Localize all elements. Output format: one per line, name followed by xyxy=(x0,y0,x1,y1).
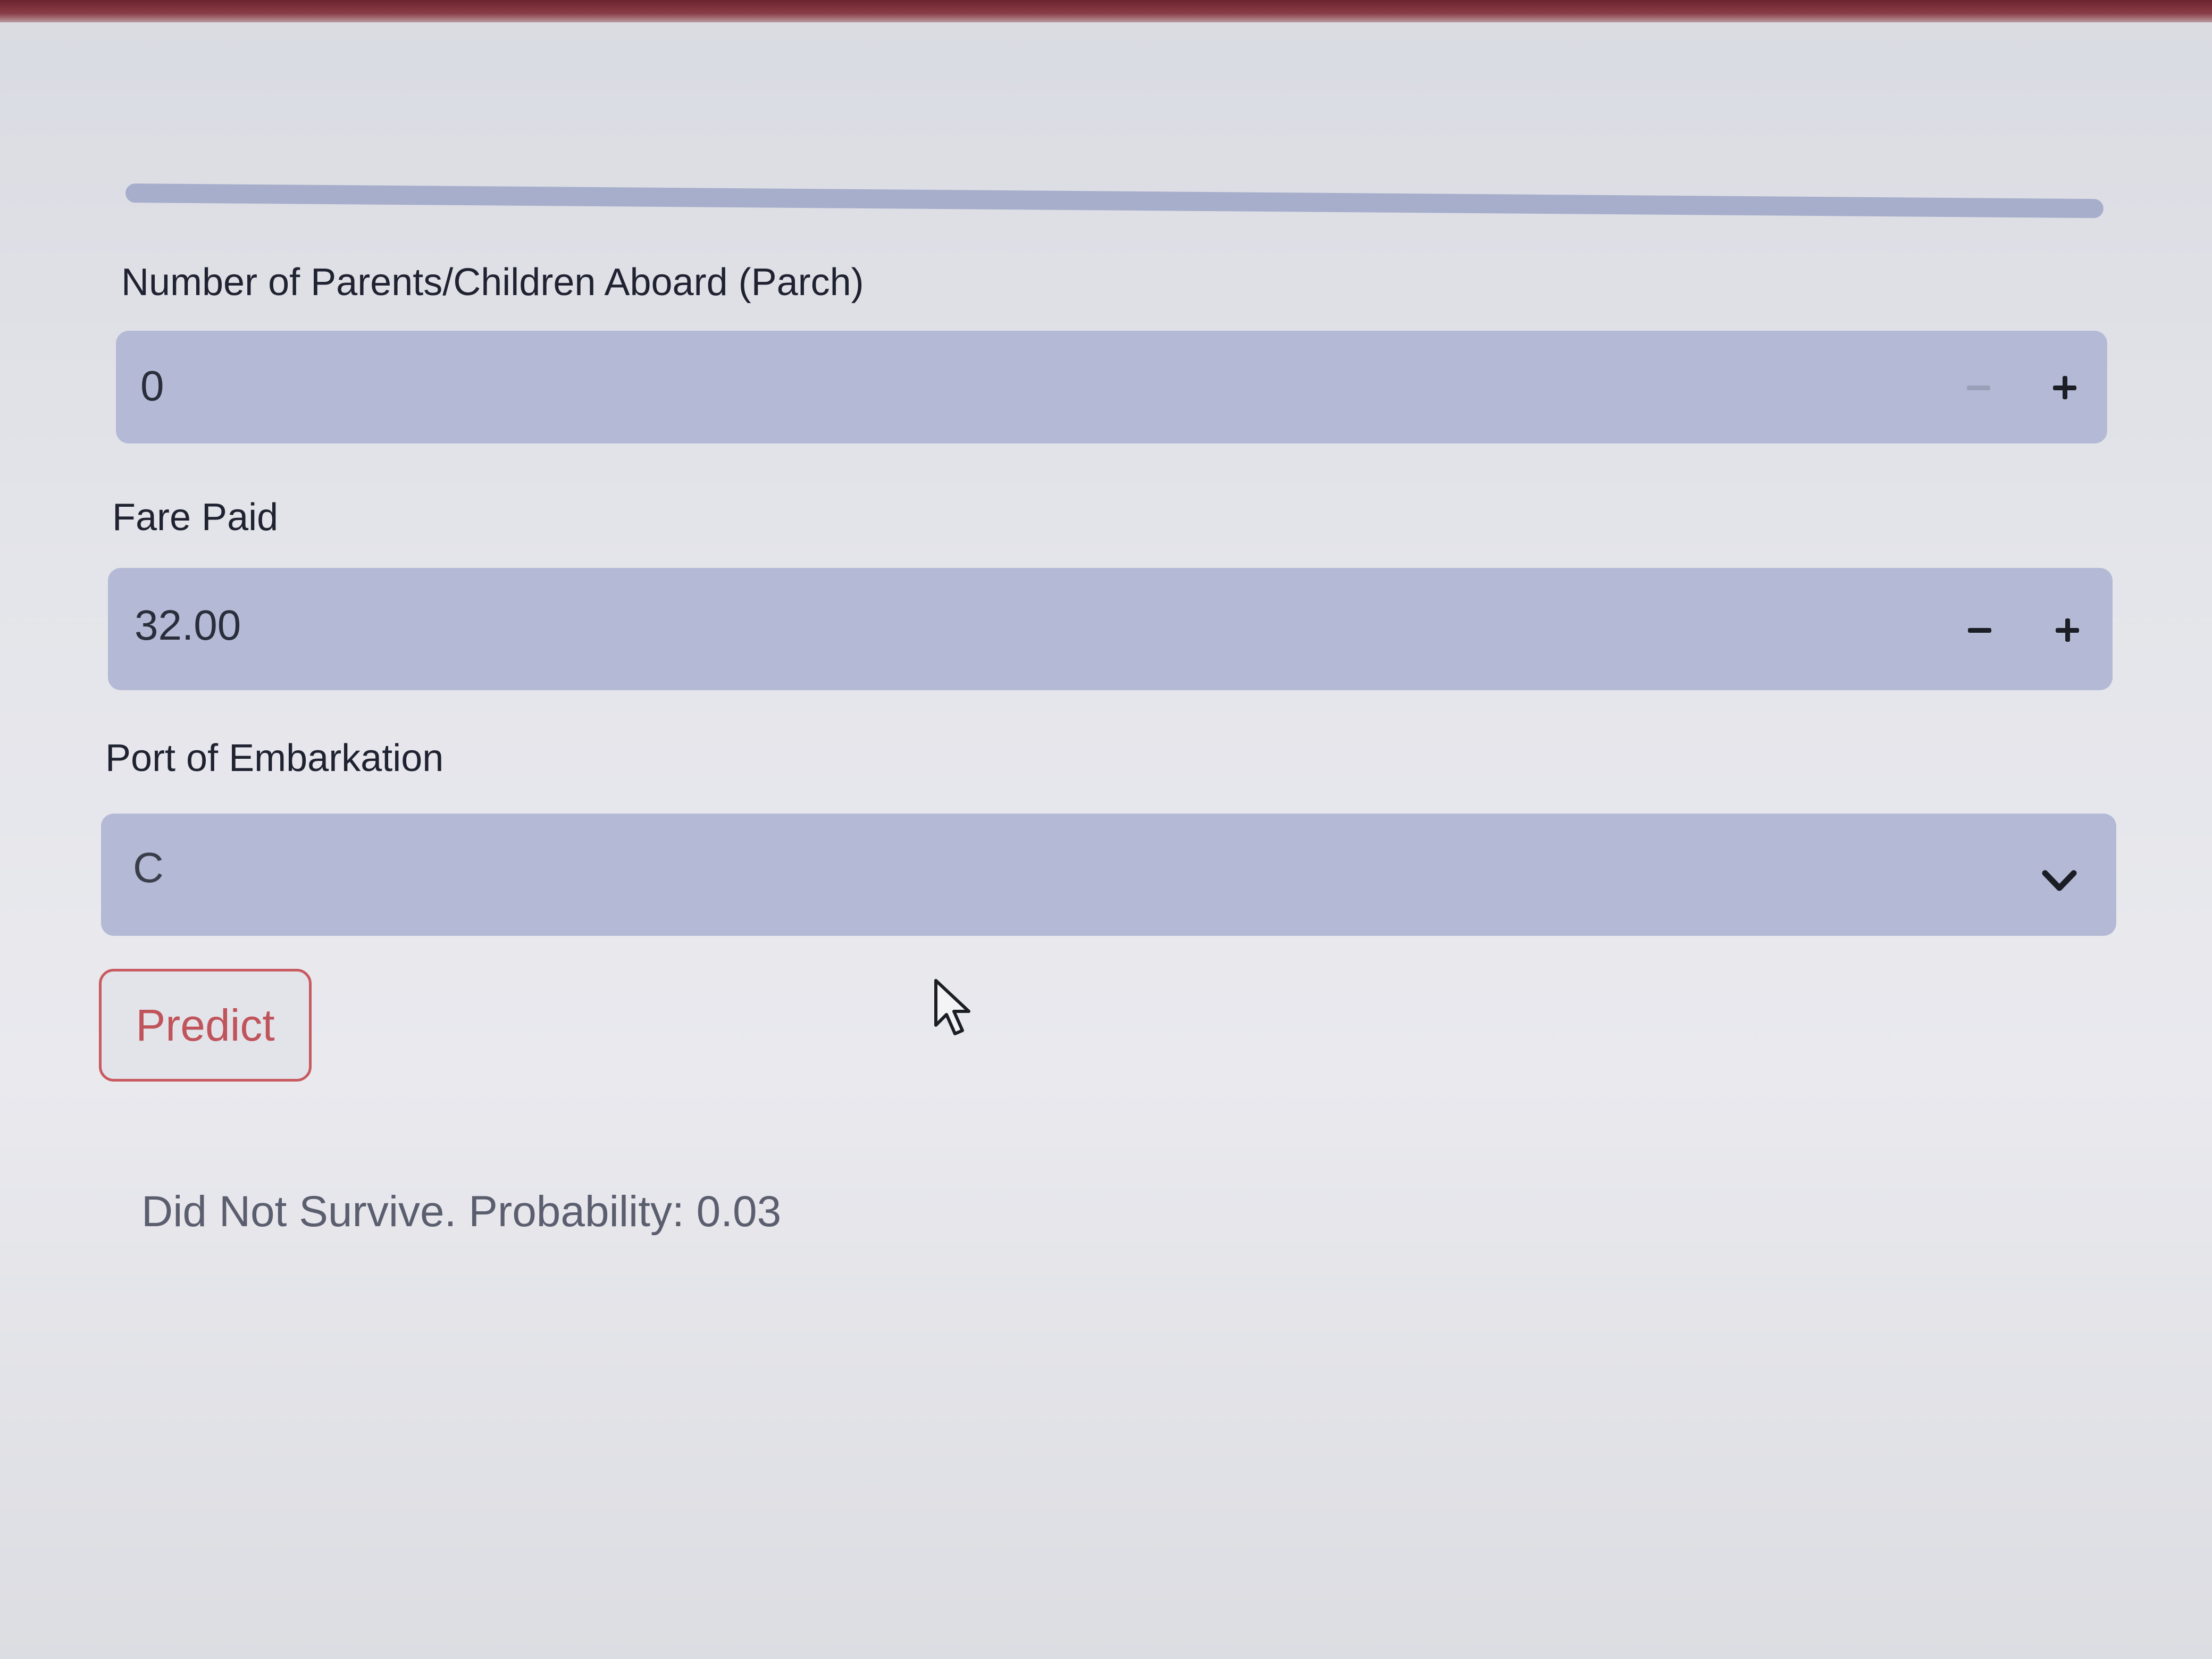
embarked-label: Port of Embarkation xyxy=(105,737,444,780)
plus-icon xyxy=(2053,376,2076,399)
parch-value: 0 xyxy=(140,362,164,409)
section-divider xyxy=(125,183,2104,219)
chevron-down-icon[interactable] xyxy=(2030,852,2089,910)
fare-label: Fare Paid xyxy=(112,496,279,539)
fare-increment-button[interactable] xyxy=(2038,601,2097,659)
parch-decrement-button[interactable] xyxy=(1949,358,2008,417)
parch-number-input[interactable]: 0 xyxy=(116,331,2107,443)
fare-number-input[interactable]: 32.00 xyxy=(108,568,2113,690)
plus-icon xyxy=(2056,618,2079,642)
window-top-edge xyxy=(0,0,2212,22)
fare-value: 32.00 xyxy=(135,601,241,649)
minus-icon xyxy=(1968,627,1991,633)
parch-label: Number of Parents/Children Aboard (Parch… xyxy=(121,261,864,304)
predict-button[interactable]: Predict xyxy=(99,969,312,1082)
mouse-pointer-icon xyxy=(934,979,970,1035)
embarked-selected-value: C xyxy=(133,844,164,891)
embarked-select[interactable]: C xyxy=(101,814,2116,936)
parch-increment-button[interactable] xyxy=(2035,358,2094,417)
fare-decrement-button[interactable] xyxy=(1950,601,2009,659)
minus-icon xyxy=(1967,385,1990,390)
prediction-result: Did Not Survive. Probability: 0.03 xyxy=(141,1187,782,1236)
